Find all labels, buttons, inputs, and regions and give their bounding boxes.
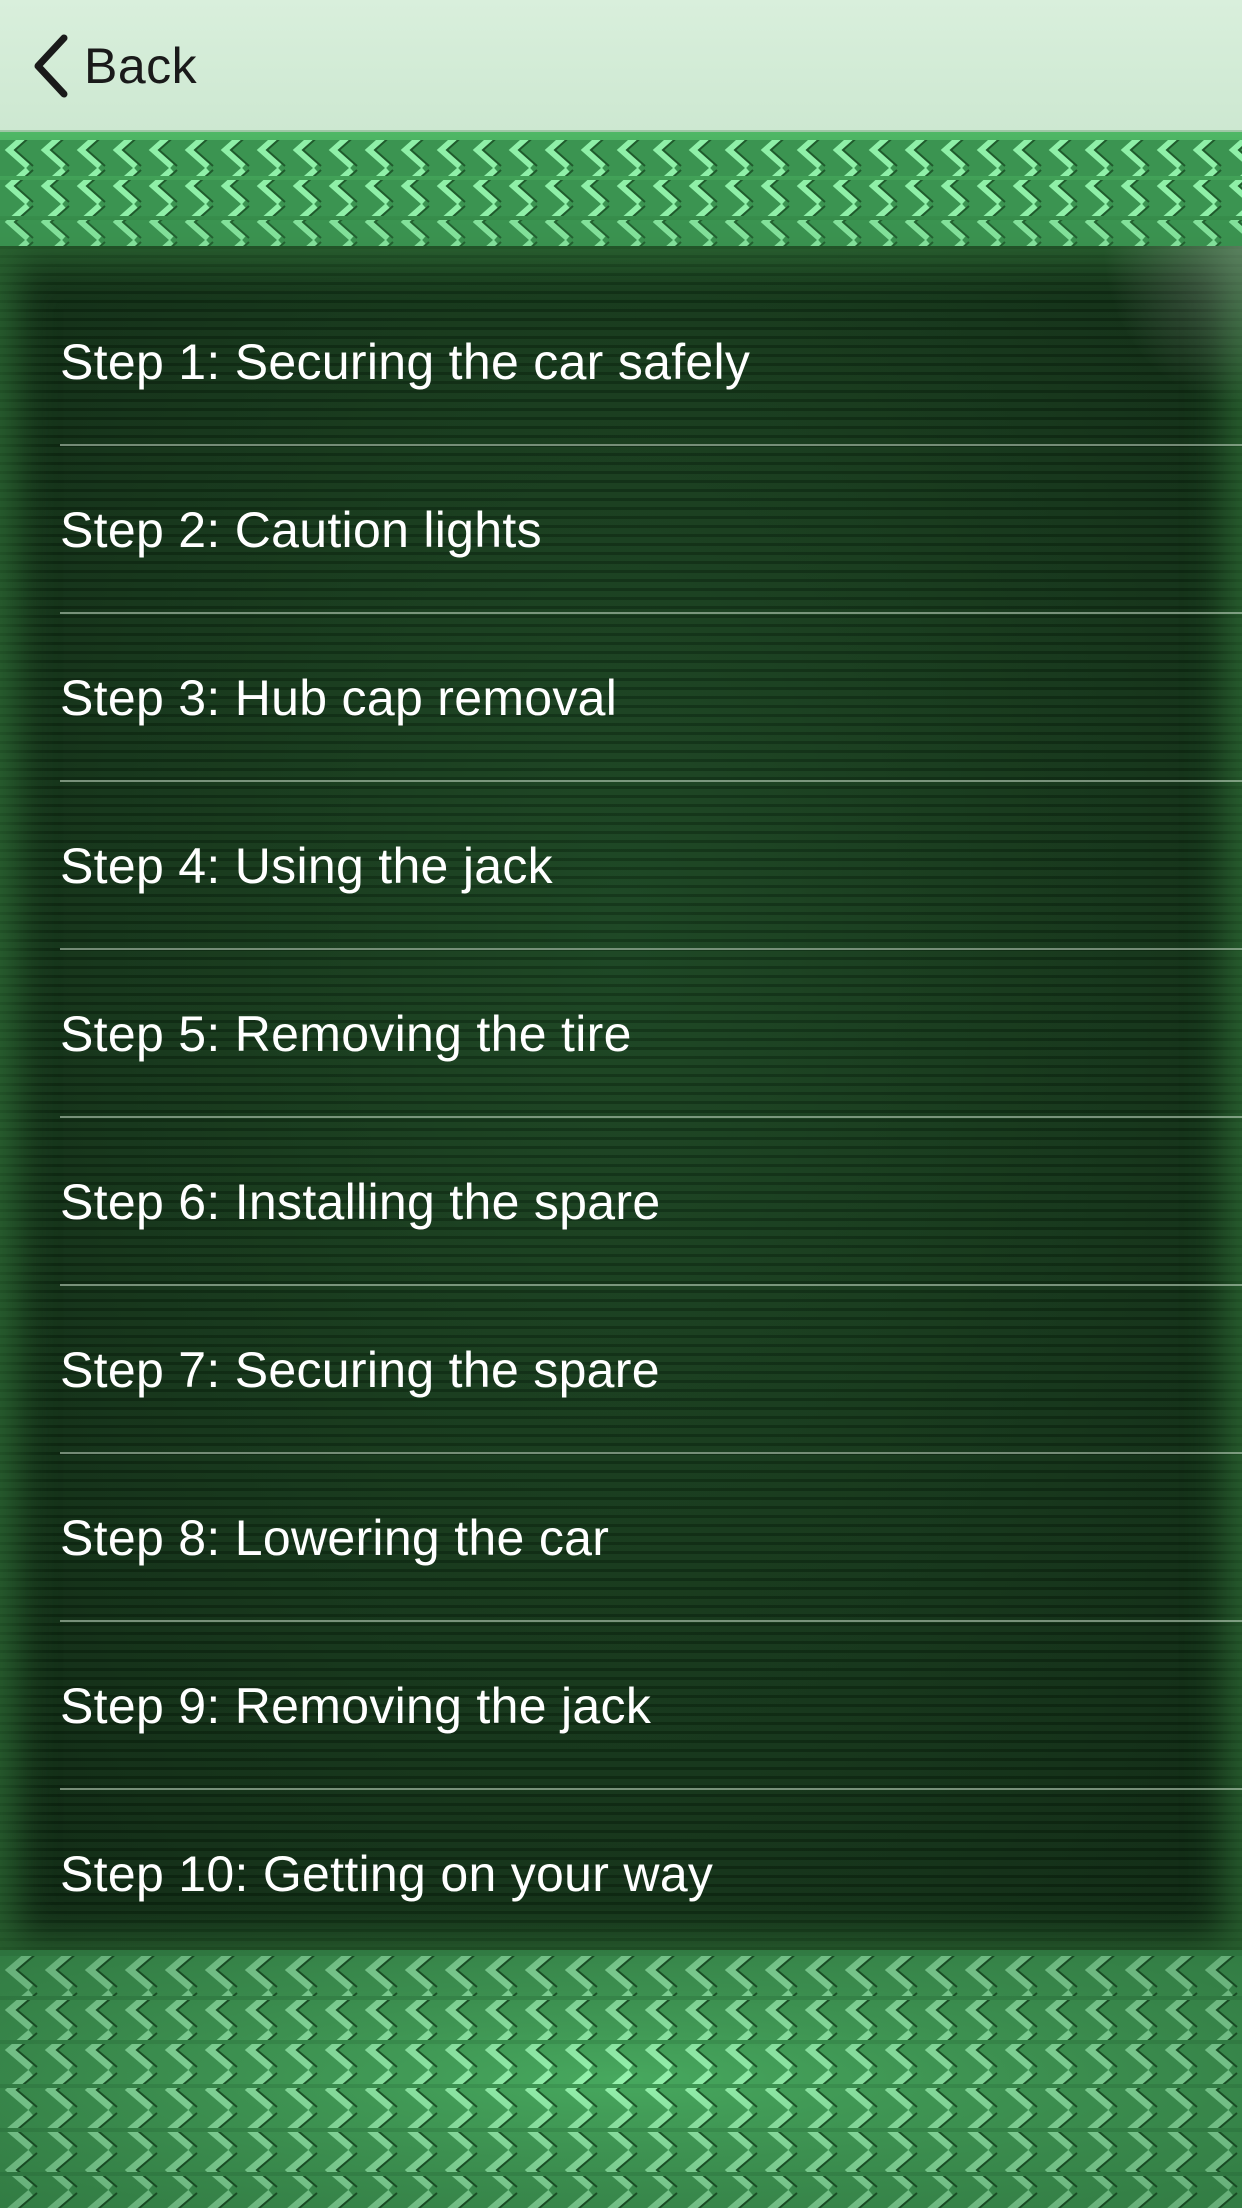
step-label: Step 6: Installing the spare xyxy=(60,1174,661,1230)
list-item[interactable]: Step 8: Lowering the car xyxy=(0,1454,1242,1622)
step-label: Step 10: Getting on your way xyxy=(60,1846,714,1902)
back-button[interactable]: Back xyxy=(30,28,197,104)
list-item[interactable]: Step 10: Getting on your way xyxy=(0,1790,1242,1958)
step-label: Step 4: Using the jack xyxy=(60,838,553,894)
list-item[interactable]: Step 1: Securing the car safely xyxy=(0,278,1242,446)
list-item[interactable]: Step 4: Using the jack xyxy=(0,782,1242,950)
step-label: Step 1: Securing the car safely xyxy=(60,334,751,390)
tread-pattern-bottom xyxy=(0,1950,1242,2208)
list-item[interactable]: Step 3: Hub cap removal xyxy=(0,614,1242,782)
list-item[interactable]: Step 2: Caution lights xyxy=(0,446,1242,614)
navigation-bar: Back xyxy=(0,0,1242,132)
step-label: Step 5: Removing the tire xyxy=(60,1006,632,1062)
steps-list: Step 1: Securing the car safely Step 2: … xyxy=(0,278,1242,1958)
chevron-left-icon xyxy=(30,34,70,98)
step-label: Step 2: Caution lights xyxy=(60,502,542,558)
step-label: Step 7: Securing the spare xyxy=(60,1342,660,1398)
list-item[interactable]: Step 5: Removing the tire xyxy=(0,950,1242,1118)
step-label: Step 8: Lowering the car xyxy=(60,1510,610,1566)
back-label: Back xyxy=(84,38,198,94)
step-label: Step 9: Removing the jack xyxy=(60,1678,652,1734)
list-item[interactable]: Step 7: Securing the spare xyxy=(0,1286,1242,1454)
tread-pattern-top xyxy=(0,132,1242,250)
steps-panel: Step 1: Securing the car safely Step 2: … xyxy=(0,246,1242,1956)
list-item[interactable]: Step 6: Installing the spare xyxy=(0,1118,1242,1286)
list-item[interactable]: Step 9: Removing the jack xyxy=(0,1622,1242,1790)
step-label: Step 3: Hub cap removal xyxy=(60,670,618,726)
